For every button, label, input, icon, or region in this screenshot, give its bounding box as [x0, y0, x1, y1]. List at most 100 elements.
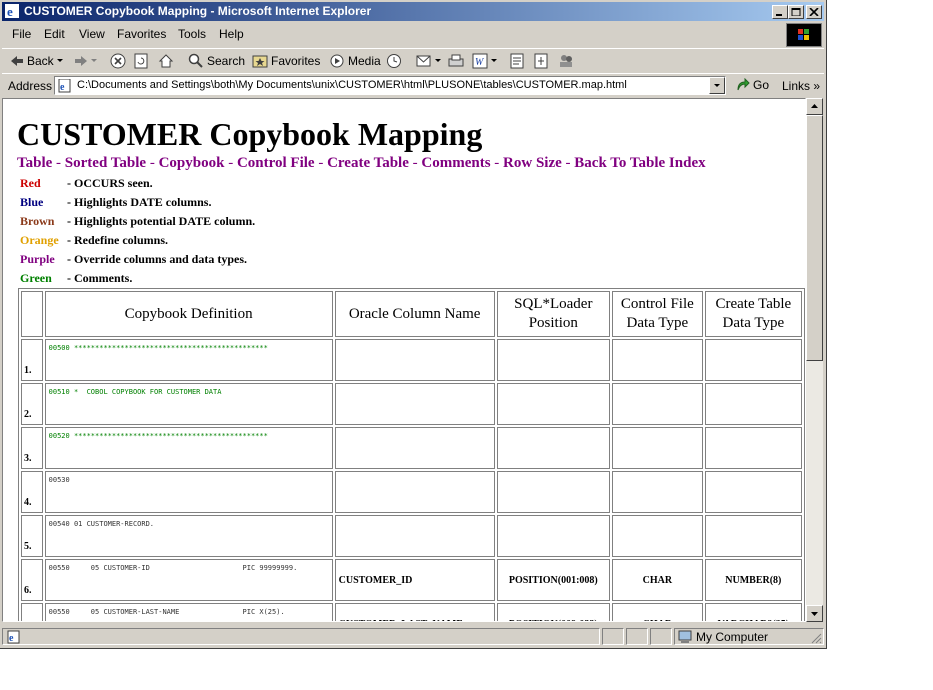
nav-link-control-file[interactable]: Control File [237, 155, 315, 171]
address-dropdown-button[interactable] [709, 77, 725, 94]
legend-key: Red [20, 176, 41, 190]
minimize-button[interactable] [772, 5, 788, 19]
sqlloader-position-cell [496, 515, 610, 557]
sqlloader-position-cell: POSITION(001:008) [496, 559, 610, 601]
table-header-row: Copybook Definition Oracle Column Name S… [21, 291, 802, 337]
nav-link-sorted-table[interactable]: Sorted Table [65, 155, 146, 171]
my-computer-icon [678, 630, 692, 643]
discuss-button[interactable] [510, 52, 524, 70]
oracle-column-cell: CUSTOMER_ID [334, 559, 495, 601]
sqlloader-position-cell [496, 383, 610, 425]
status-text-pane: e [2, 628, 600, 645]
mapping-table: Copybook Definition Oracle Column Name S… [18, 288, 805, 621]
page-title: CUSTOMER Copybook Mapping [17, 116, 483, 152]
maximize-button[interactable] [788, 5, 804, 19]
copybook-definition-cell: 00520 **********************************… [44, 427, 333, 469]
search-button[interactable]: Search [188, 52, 245, 70]
nav-separator: - [56, 155, 62, 171]
mail-button[interactable] [416, 52, 442, 70]
nav-link-table[interactable]: Table [17, 155, 52, 171]
home-button[interactable] [158, 52, 174, 70]
nav-link-comments[interactable]: Comments [421, 155, 490, 171]
oracle-column-cell: CUSTOMER_LAST_NAME [334, 603, 495, 621]
dropdown-arrow-icon [714, 84, 720, 87]
back-button[interactable]: Back [10, 52, 64, 70]
close-button[interactable] [806, 5, 822, 19]
control-file-type-cell: CHAR [611, 559, 703, 601]
scroll-down-icon [811, 612, 818, 616]
links-toolbar[interactable]: Links » [782, 79, 820, 93]
table-row: 7.00550 05 CUSTOMER-LAST-NAME PIC X(25).… [21, 603, 802, 621]
menu-help[interactable]: Help [219, 27, 244, 41]
scroll-down-button[interactable] [806, 605, 823, 622]
resize-grip-icon[interactable] [810, 632, 822, 644]
history-button[interactable] [386, 52, 402, 70]
forward-button[interactable] [74, 52, 98, 70]
oracle-column-cell [334, 383, 495, 425]
menu-edit[interactable]: Edit [44, 27, 65, 41]
legend-row: Orange - Redefine columns. [17, 233, 706, 252]
windows-logo-icon [786, 23, 822, 47]
nav-separator: - [149, 155, 155, 171]
row-number-cell: 2. [21, 383, 43, 425]
create-table-type-cell: NUMBER(8) [704, 559, 802, 601]
row-number-cell: 4. [21, 471, 43, 513]
links-label: Links [782, 79, 811, 93]
nav-link-create-table[interactable]: Create Table [327, 155, 409, 171]
menu-tools[interactable]: Tools [178, 27, 206, 41]
home-icon [158, 54, 174, 68]
media-button[interactable]: Media [329, 52, 381, 70]
mail-icon [416, 55, 431, 67]
legend-desc: - OCCURS seen. [67, 176, 153, 190]
create-table-type-cell: VARCHAR2(25) [704, 603, 802, 621]
sqlloader-position-cell [496, 471, 610, 513]
nav-link-row-size[interactable]: Row Size [503, 155, 562, 171]
page-status-icon: e [7, 630, 20, 644]
table-row: 1. 00500 ********************************… [21, 339, 802, 381]
control-file-type-cell [611, 515, 703, 557]
nav-separator: - [318, 155, 324, 171]
header-sqlloader-label: SQL*Loader Position [514, 296, 593, 331]
edit-button[interactable]: W [472, 52, 498, 70]
sqlloader-position-cell: POSITION(009:033) [496, 603, 610, 621]
zone-label: My Computer [696, 630, 769, 644]
page-viewport[interactable]: CUSTOMER Copybook Mapping Table - Sorted… [2, 98, 806, 622]
back-dropdown-icon [56, 59, 63, 62]
discuss-icon [510, 53, 524, 69]
vertical-scrollbar[interactable] [806, 98, 823, 622]
scroll-up-button[interactable] [806, 98, 823, 115]
status-pane [602, 628, 624, 645]
legend-key: Blue [20, 195, 44, 209]
research-button[interactable] [534, 52, 548, 70]
close-icon [809, 8, 819, 16]
back-label: Back [27, 54, 54, 68]
title-bar: e CUSTOMER Copybook Mapping - Microsoft … [2, 2, 824, 21]
page-content: CUSTOMER Copybook Mapping Table - Sorted… [17, 117, 706, 290]
menu-file[interactable]: File [12, 27, 31, 41]
menu-view[interactable]: View [79, 27, 105, 41]
address-bar: Address e C:\Documents and Settings\both… [2, 73, 824, 98]
nav-link-copybook[interactable]: Copybook [159, 155, 225, 171]
address-label: Address [8, 79, 53, 93]
messenger-button[interactable] [558, 52, 574, 70]
menu-favorites[interactable]: Favorites [117, 27, 166, 41]
table-body: 1. 00500 ********************************… [21, 339, 802, 621]
control-file-type-cell [611, 471, 703, 513]
scroll-thumb[interactable] [806, 115, 823, 361]
stop-button[interactable] [110, 52, 126, 70]
sqlloader-position-cell [496, 427, 610, 469]
research-icon [534, 53, 548, 69]
media-icon [330, 54, 344, 68]
page-icon: e [58, 79, 71, 93]
nav-separator: - [228, 155, 234, 171]
nav-link-back-to-index[interactable]: Back To Table Index [574, 155, 705, 171]
legend-row: Red - OCCURS seen. [17, 176, 706, 195]
table-row: 3. 00520 ********************************… [21, 427, 802, 469]
nav-separator: - [412, 155, 418, 171]
go-button[interactable]: Go [736, 78, 769, 92]
address-input[interactable]: e C:\Documents and Settings\both\My Docu… [54, 76, 726, 95]
print-button[interactable] [448, 52, 464, 70]
refresh-button[interactable] [134, 52, 148, 70]
browser-window: e CUSTOMER Copybook Mapping - Microsoft … [0, 0, 827, 649]
favorites-button[interactable]: Favorites [252, 52, 320, 70]
